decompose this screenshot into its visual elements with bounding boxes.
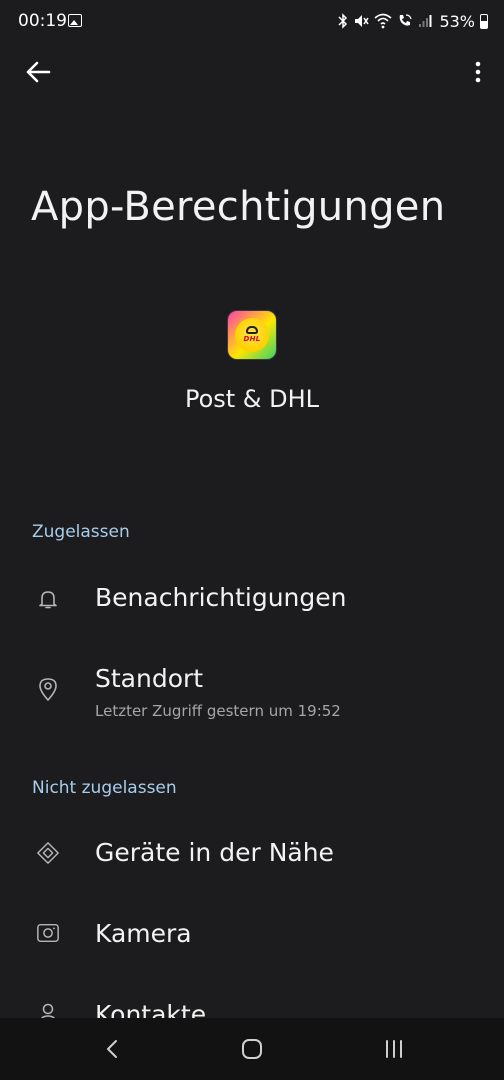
page-title: App-Berechtigungen bbox=[31, 184, 446, 230]
permission-sublabel: Letzter Zugriff gestern um 19:52 bbox=[95, 702, 341, 720]
bluetooth-icon bbox=[338, 13, 348, 29]
mute-icon bbox=[353, 13, 370, 29]
app-icon: DHL bbox=[228, 311, 276, 359]
wifi-call-icon bbox=[397, 13, 413, 29]
status-time: 00:19 bbox=[18, 11, 67, 31]
section-header-not-allowed: Nicht zugelassen bbox=[32, 778, 177, 798]
permission-label: Geräte in der Nähe bbox=[95, 838, 334, 867]
permission-notifications[interactable]: Benachrichtigungen bbox=[0, 561, 504, 637]
post-horn-logo: DHL bbox=[235, 318, 269, 352]
section-header-allowed: Zugelassen bbox=[32, 522, 130, 542]
battery-icon bbox=[480, 13, 488, 29]
status-bar: 00:19 53% bbox=[0, 0, 504, 44]
back-button[interactable] bbox=[20, 56, 56, 88]
app-name: Post & DHL bbox=[184, 385, 320, 413]
nav-recents-button[interactable] bbox=[374, 1034, 414, 1064]
status-icons: 53% bbox=[338, 10, 488, 32]
permission-label: Benachrichtigungen bbox=[95, 583, 347, 612]
nav-back-button[interactable] bbox=[92, 1034, 132, 1064]
battery-percent: 53% bbox=[439, 11, 475, 31]
permission-nearby-devices[interactable]: Geräte in der Nähe bbox=[0, 816, 504, 892]
navigation-bar bbox=[0, 1018, 504, 1080]
wifi-icon bbox=[374, 13, 392, 29]
nav-recents-icon bbox=[386, 1040, 402, 1058]
nav-home-button[interactable] bbox=[232, 1034, 272, 1064]
arrow-left-icon bbox=[26, 61, 51, 83]
more-vertical-icon bbox=[475, 61, 481, 83]
permission-camera[interactable]: Kamera bbox=[0, 897, 504, 973]
nav-home-icon bbox=[242, 1039, 262, 1059]
camera-icon bbox=[36, 921, 60, 945]
permission-label: Standort bbox=[95, 664, 204, 693]
app-permissions-screen: 00:19 53% App-Berechtigungen DHL Post & … bbox=[0, 0, 504, 1080]
more-options-button[interactable] bbox=[468, 56, 488, 88]
bell-icon bbox=[36, 587, 60, 611]
location-pin-icon bbox=[36, 677, 60, 701]
nav-back-icon bbox=[107, 1040, 117, 1058]
permission-location[interactable]: Standort Letzter Zugriff gestern um 19:5… bbox=[0, 650, 504, 736]
signal-icon bbox=[418, 14, 432, 28]
permission-label: Kamera bbox=[95, 919, 192, 948]
nearby-devices-icon bbox=[36, 841, 60, 865]
gallery-icon bbox=[68, 14, 82, 27]
dhl-logo-text: DHL bbox=[243, 334, 261, 343]
post-horn-icon bbox=[246, 325, 258, 334]
